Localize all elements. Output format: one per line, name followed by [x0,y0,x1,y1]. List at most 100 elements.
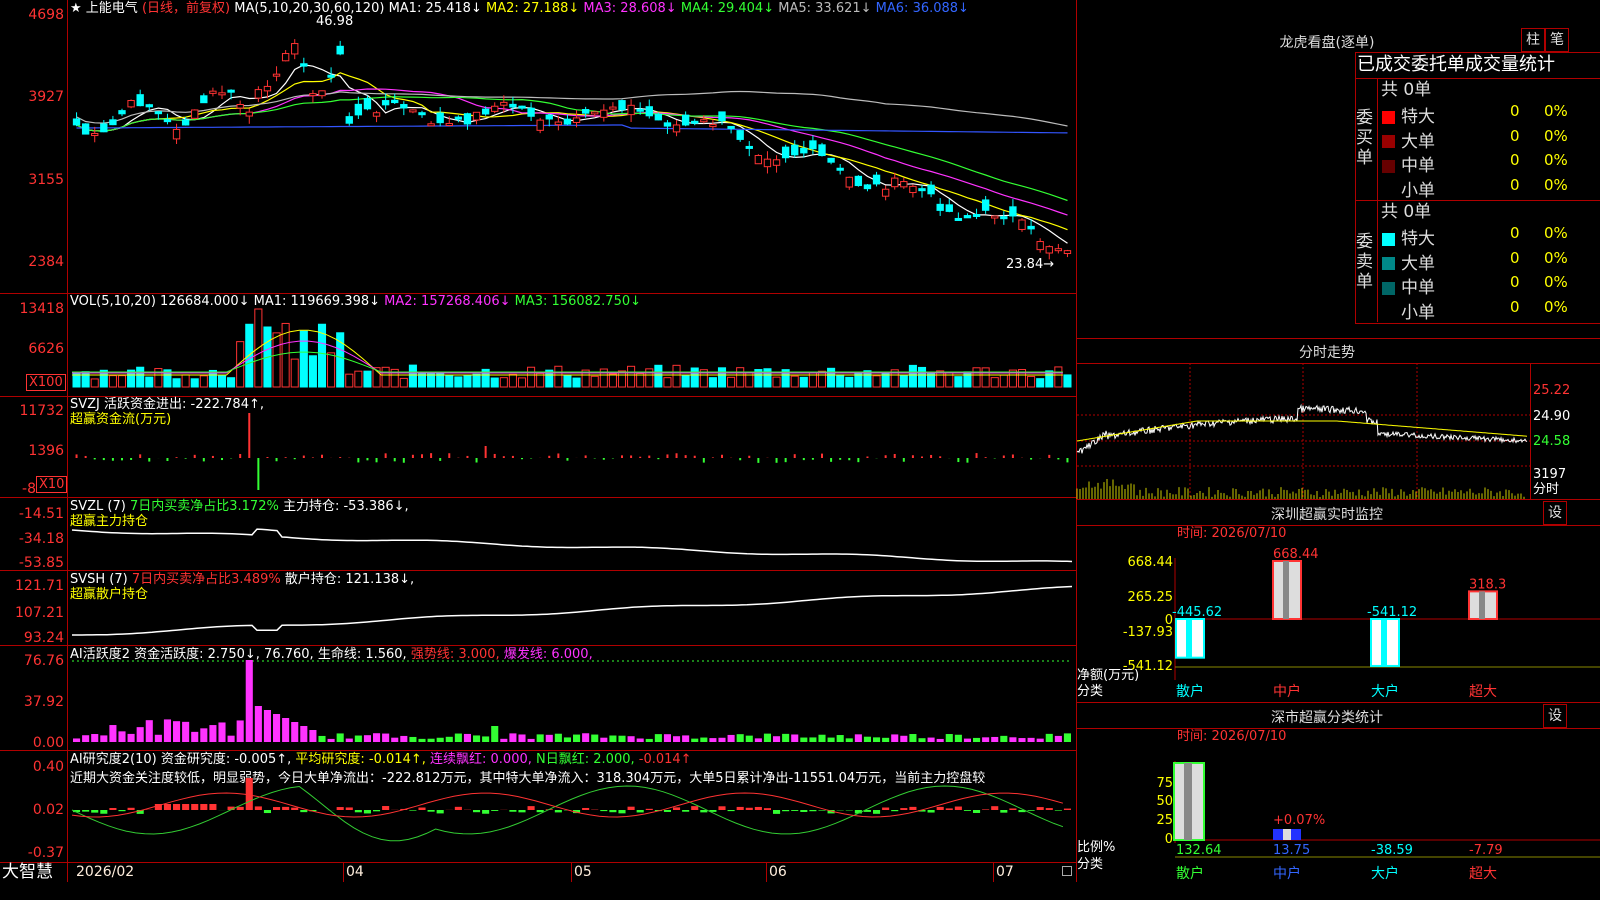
activity-bar [454,733,462,742]
volume-bar [327,352,336,388]
sz-class-bar-chart[interactable]: 132.64 散户 13.75 中户 -38.59 大户 -7.79 超大 [1077,703,1600,882]
activity-bar [891,734,899,742]
activity-bar [654,734,662,742]
intraday-tick: 25.22 [1533,383,1571,398]
volume-bar [108,375,117,388]
monitor-category: 超大 [1469,684,1497,700]
research-bar [1000,810,1008,813]
candle [954,217,963,221]
research-bar [473,810,481,813]
candle [909,185,917,194]
candle [245,111,253,117]
volume-bar [454,376,463,388]
activity-bar [400,735,408,742]
candle [345,116,353,124]
research-bar [436,810,444,814]
candle [772,159,781,166]
date-divider [343,862,344,882]
activity-bar [363,735,371,742]
candle [218,92,226,96]
volume-bar [981,367,990,388]
candle [927,184,935,195]
volume-bar [881,373,890,388]
volume-bar [408,364,417,388]
ai-activity-chart[interactable] [0,645,1076,750]
research-bar [782,810,790,812]
research-bar [209,804,217,810]
app-logo[interactable]: 大智慧 [2,863,53,882]
candle [172,128,181,140]
sell-order-row: 中单 0 0% [1382,273,1600,298]
activity-bar [118,731,126,742]
activity-bar [227,735,235,742]
divider [1377,78,1378,322]
fund-flow-chart[interactable] [0,396,1076,497]
activity-bar [945,734,953,742]
research-bar [882,807,890,810]
activity-bar [254,706,262,742]
candle [509,103,517,108]
retail-holding-chart[interactable] [0,570,1076,645]
candle [745,145,753,149]
candle [436,112,444,124]
main-chart-area[interactable]: ★ 上能电气 (日线，前复权) MA(5,10,20,30,60,120) MA… [0,0,1076,882]
candle [500,101,508,106]
sz-monitor-bar-chart[interactable]: -445.62 散户 668.44 中户 -541.12 大户 318.3 超大 [1077,500,1600,702]
tick-mode-button[interactable]: 笔 [1545,28,1569,52]
activity-bar [809,737,817,742]
activity-bar [409,736,417,742]
ai-research-chart[interactable] [0,750,1076,862]
volume-bar [363,370,372,388]
monitor-bar-value: -445.62 [1172,605,1222,620]
intraday-panel[interactable]: 分时走势 25.22 24.90 24.58 3197 分时 [1076,339,1600,499]
research-bar [509,810,517,812]
volume-chart[interactable] [0,293,1076,396]
activity-bar [354,735,362,742]
order-percent: 0% [1544,297,1568,316]
activity-bar [763,733,771,742]
candle [963,215,972,219]
order-percent: 0% [1544,151,1568,169]
candle [809,140,817,150]
activity-bar [736,734,744,742]
candle [381,100,390,106]
research-bar [373,810,381,812]
order-count: 0 [1510,297,1520,316]
activity-bar [382,733,390,742]
volume-bar [136,366,145,388]
candle [854,175,863,187]
research-bar [191,804,199,810]
candle [127,100,135,108]
research-bar [618,810,626,814]
bar-mode-button[interactable]: 柱 [1521,28,1545,52]
candlestick-chart[interactable] [0,0,1076,293]
candle [418,112,426,116]
volume-bar [517,377,527,388]
activity-bar [973,737,981,742]
main-holding-chart[interactable] [0,497,1076,570]
research-bar [663,810,671,812]
research-bar [363,810,371,814]
volume-bar [527,366,536,388]
monitor-bar-value: 318.3 [1469,577,1506,592]
intraday-vol-label: 分时 [1533,482,1560,497]
research-bar [791,810,799,811]
main-holding-line [71,528,1073,563]
date-tick: 2026/02 [76,864,135,880]
volume-bar [72,373,81,388]
candle [236,104,244,109]
buy-orders-label: 委买单 [1356,108,1373,168]
candle [818,144,826,157]
volume-bar [299,330,308,388]
activity-bar [427,738,435,742]
candle [581,109,590,114]
intraday-chart[interactable] [1076,363,1530,499]
candle [463,113,472,125]
lock-icon[interactable] [1062,866,1072,876]
volume-bar [836,374,845,388]
activity-bar [882,737,890,742]
candle [672,124,681,133]
candle [991,215,999,219]
candle [627,104,635,116]
divider [1530,363,1531,499]
